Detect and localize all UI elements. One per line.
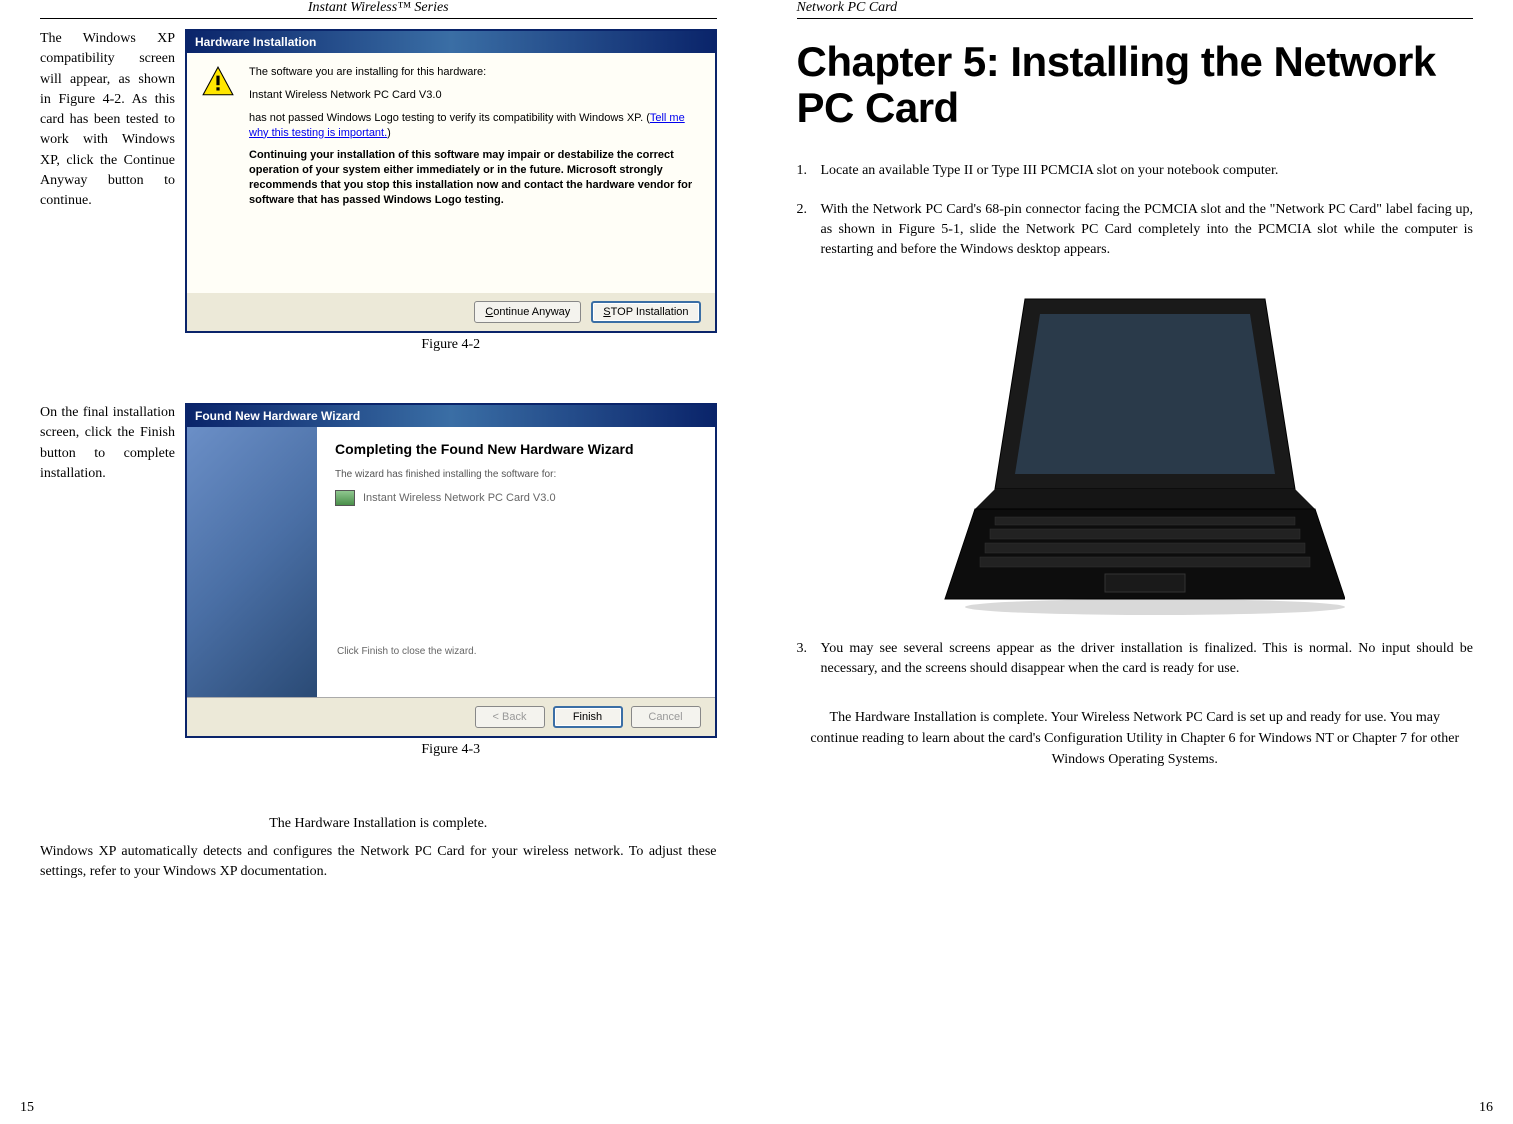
step-1-num: 1. [797, 161, 815, 181]
dialog1-buttons: CContinue Anywayontinue Anyway STOP Inst… [187, 293, 715, 331]
figure-4-3-wrapper: Found New Hardware Wizard Completing the… [185, 403, 717, 788]
section-dialog2: On the final installation screen, click … [40, 403, 717, 788]
continue-anyway-button[interactable]: CContinue Anywayontinue Anyway [474, 301, 581, 323]
closing-para-right: The Hardware Installation is complete. Y… [797, 707, 1474, 770]
wizard-subtext: The wizard has finished installing the s… [335, 469, 697, 480]
step-1-text: Locate an available Type II or Type III … [821, 161, 1474, 181]
page-number-left: 15 [20, 1100, 34, 1116]
chapter-title: Chapter 5: Installing the Network PC Car… [797, 39, 1474, 131]
dialog1-line3: has not passed Windows Logo testing to v… [249, 111, 701, 141]
right-page: Network PC Card Chapter 5: Installing th… [757, 0, 1513, 1124]
dialog2-body: Completing the Found New Hardware Wizard… [187, 427, 715, 697]
step-1: 1. Locate an available Type II or Type I… [797, 161, 1474, 181]
right-header: Network PC Card [797, 0, 1474, 19]
section-dialog1: The Windows XP compatibility screen will… [40, 29, 717, 383]
step-2-text: With the Network PC Card's 68-pin connec… [821, 200, 1474, 261]
figure-4-3-caption: Figure 4-3 [185, 742, 717, 758]
dialog1-text: The software you are installing for this… [249, 65, 701, 216]
back-button: < Back [475, 706, 545, 728]
wizard-buttons: < Back Finish Cancel [187, 697, 715, 736]
dialog1-body: The software you are installing for this… [187, 53, 715, 293]
network-card-icon [335, 490, 355, 506]
warning-icon [201, 65, 235, 99]
left-page: Instant Wireless™ Series The Windows XP … [0, 0, 757, 1124]
dialog1-bold: Continuing your installation of this sof… [249, 148, 701, 207]
wizard-side-graphic [187, 427, 317, 697]
wizard-heading: Completing the Found New Hardware Wizard [335, 441, 697, 457]
dialog1-line2: Instant Wireless Network PC Card V3.0 [249, 88, 701, 103]
figure-4-2-caption: Figure 4-2 [185, 337, 717, 353]
laptop-figure [925, 279, 1345, 619]
cancel-button: Cancel [631, 706, 701, 728]
side-para-2: On the final installation screen, click … [40, 403, 175, 788]
step-3-num: 3. [797, 639, 815, 680]
figure-4-2-wrapper: Hardware Installation The software you a… [185, 29, 717, 383]
device-name: Instant Wireless Network PC Card V3.0 [363, 492, 556, 504]
step-2-num: 2. [797, 200, 815, 261]
completion-line: The Hardware Installation is complete. [40, 816, 717, 832]
page-number-right: 16 [1479, 1100, 1493, 1116]
found-new-hardware-wizard: Found New Hardware Wizard Completing the… [185, 403, 717, 738]
hardware-installation-dialog: Hardware Installation The software you a… [185, 29, 717, 333]
wizard-close-text: Click Finish to close the wizard. [337, 646, 477, 657]
stop-installation-button[interactable]: STOP Installation [591, 301, 700, 323]
finish-button[interactable]: Finish [553, 706, 623, 728]
dialog2-titlebar: Found New Hardware Wizard [187, 405, 715, 427]
closing-para-left: Windows XP automatically detects and con… [40, 842, 717, 883]
left-header: Instant Wireless™ Series [40, 0, 717, 19]
step-2: 2. With the Network PC Card's 68-pin con… [797, 200, 1474, 261]
side-para-1: The Windows XP compatibility screen will… [40, 29, 175, 383]
step-3-text: You may see several screens appear as th… [821, 639, 1474, 680]
device-row: Instant Wireless Network PC Card V3.0 [335, 490, 697, 506]
dialog1-line1: The software you are installing for this… [249, 65, 701, 80]
dialog1-titlebar: Hardware Installation [187, 31, 715, 53]
step-3: 3. You may see several screens appear as… [797, 639, 1474, 680]
